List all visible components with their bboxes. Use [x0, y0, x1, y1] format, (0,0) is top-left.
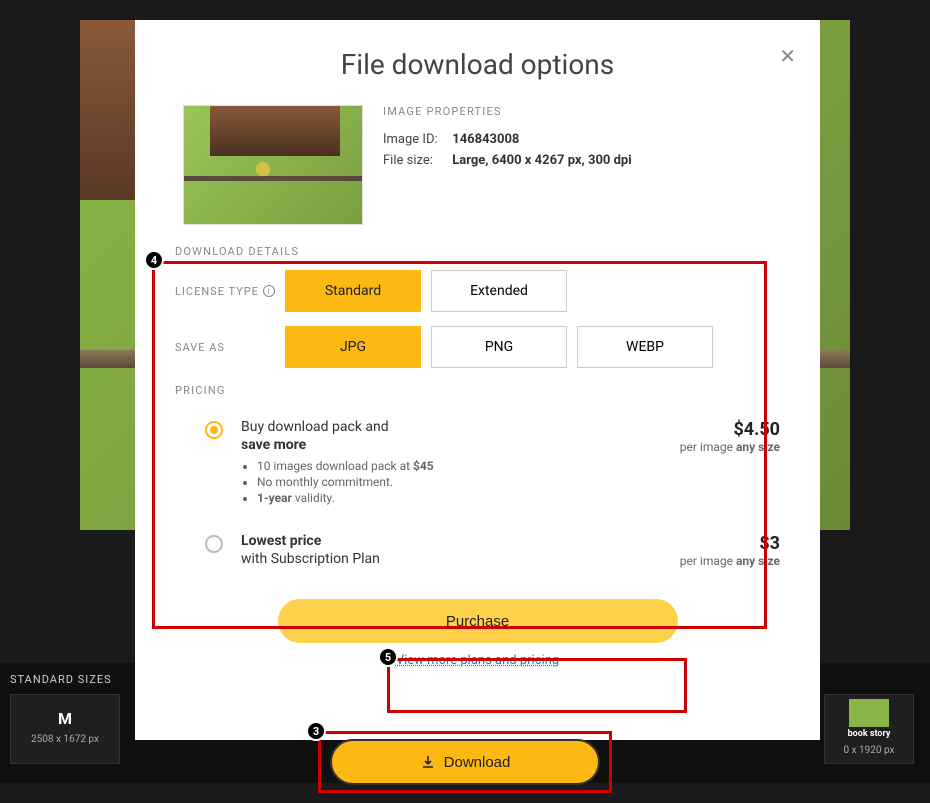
thumb-feeder	[210, 106, 340, 156]
size-card-story[interactable]: book story 0 x 1920 px	[824, 694, 914, 764]
format-png-button[interactable]: PNG	[431, 326, 567, 368]
pricing-label: PRICING	[175, 384, 780, 397]
pack-title1: Buy download pack and	[241, 419, 389, 435]
size-m-letter: M	[15, 709, 115, 728]
pack-bullet-2: No monthly commitment.	[257, 475, 662, 489]
pack-title2: save more	[241, 437, 306, 453]
pack-amount: $4.50	[680, 419, 780, 440]
annotation-badge-3: 3	[306, 721, 326, 741]
download-modal: ✕ File download options IMAGE PROPERTIES…	[135, 20, 820, 740]
download-icon	[420, 754, 436, 770]
pack-bullets: 10 images download pack at $45 No monthl…	[257, 459, 662, 505]
pricing-sub-option[interactable]: Lowest price with Subscription Plan $3 p…	[175, 523, 780, 585]
license-type-text: LICENSE TYPE	[175, 285, 259, 298]
story-dim: 0 x 1920 px	[829, 745, 909, 756]
thumb-bird	[256, 162, 270, 176]
format-jpg-button[interactable]: JPG	[285, 326, 421, 368]
pricing-pack-option[interactable]: Buy download pack and save more 10 image…	[175, 409, 780, 523]
image-id-line: Image ID: 146843008	[383, 132, 780, 147]
file-size-value: Large, 6400 x 4267 px, 300 dpi	[452, 153, 631, 168]
plans-link[interactable]: View more plans and pricing	[175, 653, 780, 668]
thumb-branch	[184, 176, 362, 181]
sub-text: Lowest price with Subscription Plan	[241, 533, 662, 569]
properties-info: IMAGE PROPERTIES Image ID: 146843008 Fil…	[383, 105, 780, 225]
annotation-badge-4: 4	[144, 250, 164, 270]
sub-subtitle: with Subscription Plan	[241, 551, 662, 567]
save-as-row: SAVE AS JPG PNG WEBP	[175, 326, 780, 368]
license-type-label: LICENSE TYPE i	[175, 285, 285, 298]
file-size-line: File size: Large, 6400 x 4267 px, 300 dp…	[383, 153, 780, 168]
pack-bullet-1: 10 images download pack at $45	[257, 459, 662, 473]
image-id-value: 146843008	[452, 132, 519, 147]
size-m-dim: 2508 x 1672 px	[15, 734, 115, 745]
size-card-m[interactable]: M 2508 x 1672 px	[10, 694, 120, 764]
format-buttons: JPG PNG WEBP	[285, 326, 713, 368]
pack-bullet-3: 1-year validity.	[257, 491, 662, 505]
image-properties-row: IMAGE PROPERTIES Image ID: 146843008 Fil…	[175, 105, 780, 225]
image-id-label: Image ID:	[383, 132, 449, 147]
license-standard-button[interactable]: Standard	[285, 270, 421, 312]
save-as-label: SAVE AS	[175, 341, 285, 354]
sub-radio[interactable]	[205, 535, 223, 553]
download-label: Download	[444, 754, 511, 771]
license-extended-button[interactable]: Extended	[431, 270, 567, 312]
pack-price: $4.50 per image any size	[680, 419, 780, 454]
close-icon[interactable]: ✕	[779, 44, 796, 68]
sub-per: per image any size	[680, 554, 780, 568]
pack-per: per image any size	[680, 440, 780, 454]
pack-radio[interactable]	[205, 421, 223, 439]
story-label: book story	[829, 729, 909, 739]
properties-header: IMAGE PROPERTIES	[383, 105, 780, 118]
license-buttons: Standard Extended	[285, 270, 567, 312]
story-thumb	[849, 699, 889, 727]
file-size-label: File size:	[383, 153, 449, 168]
pack-text: Buy download pack and save more 10 image…	[241, 419, 662, 507]
license-type-row: LICENSE TYPE i Standard Extended	[175, 270, 780, 312]
download-button[interactable]: Download	[330, 739, 600, 785]
annotation-badge-5: 5	[378, 647, 398, 667]
modal-title: File download options	[175, 48, 780, 81]
purchase-button[interactable]: Purchase	[278, 599, 678, 643]
info-icon[interactable]: i	[263, 285, 275, 297]
thumbnail	[183, 105, 363, 225]
sub-amount: $3	[680, 533, 780, 554]
format-webp-button[interactable]: WEBP	[577, 326, 713, 368]
sub-price: $3 per image any size	[680, 533, 780, 568]
sub-title: Lowest price	[241, 533, 321, 549]
download-details-label: DOWNLOAD DETAILS	[175, 245, 780, 258]
